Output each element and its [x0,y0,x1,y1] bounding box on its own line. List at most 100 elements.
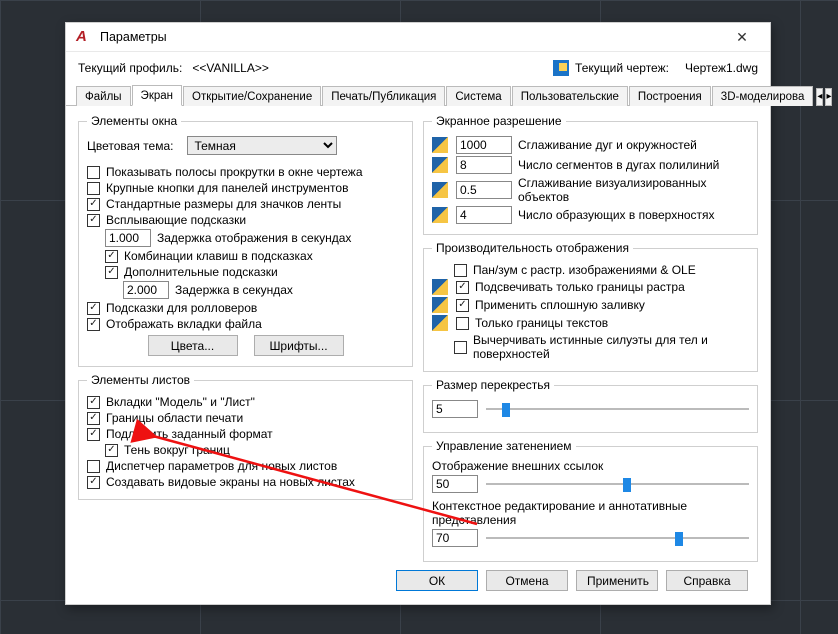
chk-tooltips[interactable] [87,214,100,227]
window-title: Параметры [100,30,722,44]
group-crosshair-size: Размер перекрестья [423,378,758,433]
lbl-extra-delay: Задержка в секундах [175,283,293,297]
tab-scroll-right[interactable]: ▸ [825,88,832,106]
xref-fade-thumb[interactable] [623,478,631,492]
fonts-button[interactable]: Шрифты... [254,335,344,356]
lbl-large-buttons: Крупные кнопки для панелей инструментов [106,181,348,195]
chk-rollover[interactable] [87,302,100,315]
extra-delay-input[interactable] [123,281,169,299]
lbl-page-mgr: Диспетчер параметров для новых листов [106,459,337,473]
lbl-paper-format: Подложить заданный формат [106,427,273,441]
lbl-kbd-combos: Комбинации клавиш в подсказках [124,249,313,263]
tab-open-save[interactable]: Открытие/Сохранение [183,86,321,106]
lbl-arc-smooth: Сглаживание дуг и окружностей [518,138,697,152]
group-screen-resolution: Экранное разрешение Сглаживание дуг и ок… [423,114,758,235]
rendered-smooth-input[interactable] [456,181,512,199]
dwg-var-icon [432,207,448,223]
tab-plot[interactable]: Печать/Публикация [322,86,445,106]
current-drawing-value: Чертеж1.dwg [685,61,758,75]
lbl-text-bounds: Только границы текстов [475,316,608,330]
tab-3d[interactable]: 3D-моделирова [712,86,814,106]
close-icon[interactable]: ✕ [722,23,762,51]
chk-print-area[interactable] [87,412,100,425]
dwg-var-icon [432,279,448,295]
crosshair-input[interactable] [432,400,478,418]
lbl-print-area: Границы области печати [106,411,243,425]
arc-smooth-input[interactable] [456,136,512,154]
lbl-solid-fill: Применить сплошную заливку [475,298,645,312]
lbl-true-silhouettes: Вычерчивать истинные силуэты для тел и п… [473,333,733,361]
lbl-shadow: Тень вокруг границ [124,443,230,457]
chk-text-bounds[interactable] [456,317,469,330]
chk-true-silhouettes[interactable] [454,341,467,354]
tooltip-delay-input[interactable] [105,229,151,247]
drawing-icon [553,60,569,76]
colors-button[interactable]: Цвета... [148,335,238,356]
group-screen-resolution-legend: Экранное разрешение [432,114,566,128]
chk-large-buttons[interactable] [87,182,100,195]
chk-create-viewports[interactable] [87,476,100,489]
xref-fade-slider[interactable] [486,483,749,485]
chk-model-layout-tabs[interactable] [87,396,100,409]
chk-kbd-combos[interactable] [105,250,118,263]
titlebar: Параметры ✕ [66,23,770,52]
current-profile-value: <<VANILLA>> [188,61,288,75]
lbl-extra-hints: Дополнительные подсказки [124,265,278,279]
dwg-var-icon [432,315,448,331]
help-button[interactable]: Справка [666,570,748,591]
lbl-tooltips: Всплывающие подсказки [106,213,246,227]
lbl-surf-gen: Число образующих в поверхностях [518,208,715,222]
crosshair-slider-thumb[interactable] [502,403,510,417]
polyline-seg-input[interactable] [456,156,512,174]
inplace-fade-thumb[interactable] [675,532,683,546]
group-layout-elements: Элементы листов Вкладки "Модель" и "Лист… [78,373,413,500]
chk-shadow[interactable] [105,444,118,457]
inplace-fade-label: Контекстное редактирование и аннотативны… [432,499,749,527]
chk-std-ribbon[interactable] [87,198,100,211]
group-display-performance-legend: Производительность отображения [432,241,633,255]
lbl-file-tabs: Отображать вкладки файла [106,317,262,331]
tab-system[interactable]: Система [446,86,510,106]
inplace-fade-input[interactable] [432,529,478,547]
dwg-var-icon [432,137,448,153]
ok-button[interactable]: ОК [396,570,478,591]
current-profile-label: Текущий профиль: [78,61,182,75]
chk-raster-bounds[interactable] [456,281,469,294]
tab-drafting[interactable]: Построения [629,86,711,106]
dwg-var-icon [432,157,448,173]
lbl-rollover: Подсказки для ролловеров [106,301,257,315]
tab-user[interactable]: Пользовательские [512,86,628,106]
color-theme-label: Цветовая тема: [87,139,173,153]
chk-page-mgr[interactable] [87,460,100,473]
header-row: Текущий профиль: <<VANILLA>> Текущий чер… [78,60,758,76]
group-window-elements: Элементы окна Цветовая тема: Темная Пока… [78,114,413,367]
group-display-performance: Производительность отображения Пан/зум с… [423,241,758,372]
color-theme-select[interactable]: Темная [187,136,337,155]
tab-bar: Файлы Экран Открытие/Сохранение Печать/П… [66,84,770,106]
chk-extra-hints[interactable] [105,266,118,279]
apply-button[interactable]: Применить [576,570,658,591]
lbl-pan-zoom: Пан/зум с растр. изображениями & OLE [473,263,696,277]
lbl-raster-bounds: Подсвечивать только границы растра [475,280,685,294]
lbl-std-ribbon: Стандартные размеры для значков ленты [106,197,341,211]
cancel-button[interactable]: Отмена [486,570,568,591]
group-fade-control: Управление затенением Отображение внешни… [423,439,758,562]
chk-scrollbars[interactable] [87,166,100,179]
lbl-polyline-seg: Число сегментов в дугах полилиний [518,158,719,172]
chk-file-tabs[interactable] [87,318,100,331]
dwg-var-icon [432,182,448,198]
xref-fade-input[interactable] [432,475,478,493]
inplace-fade-slider[interactable] [486,537,749,539]
group-window-elements-legend: Элементы окна [87,114,181,128]
tab-scroll-left[interactable]: ◂ [816,88,823,106]
chk-pan-zoom[interactable] [454,264,467,277]
tab-display[interactable]: Экран [132,85,182,106]
chk-solid-fill[interactable] [456,299,469,312]
crosshair-slider[interactable] [486,408,749,410]
current-drawing-label: Текущий чертеж: [575,61,669,75]
surf-gen-input[interactable] [456,206,512,224]
tab-files[interactable]: Файлы [76,86,131,106]
lbl-scrollbars: Показывать полосы прокрутки в окне черте… [106,165,363,179]
chk-paper-format[interactable] [87,428,100,441]
lbl-model-layout-tabs: Вкладки "Модель" и "Лист" [106,395,255,409]
